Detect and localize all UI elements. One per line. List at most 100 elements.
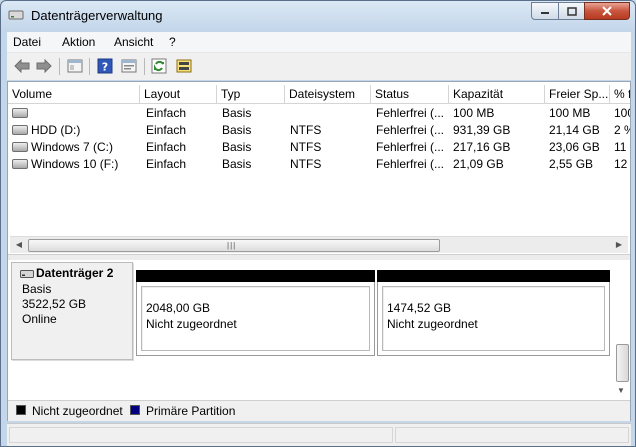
toolbar: ? bbox=[7, 52, 631, 80]
forward-arrow-icon[interactable] bbox=[35, 57, 53, 75]
table-row[interactable]: Einfach Basis Fehlerfrei (... 100 MB 100… bbox=[8, 105, 630, 122]
volume-table-header: Volume Layout Typ Dateisystem Status Kap… bbox=[8, 85, 630, 104]
scroll-down-icon[interactable]: ▼ bbox=[617, 386, 625, 395]
dateisystem-cell: NTFS bbox=[290, 140, 322, 154]
legend-bar: Nicht zugeordnet Primäre Partition bbox=[8, 400, 630, 421]
partition-status: Nicht zugeordnet bbox=[387, 317, 478, 331]
menu-help[interactable]: ? bbox=[169, 35, 176, 49]
disk-name: Datenträger 2 bbox=[36, 266, 114, 280]
legend-label-unallocated: Nicht zugeordnet bbox=[32, 404, 123, 418]
close-icon bbox=[602, 6, 612, 16]
scrollbar-thumb[interactable] bbox=[616, 344, 629, 382]
kapazitaet-cell: 931,39 GB bbox=[453, 123, 511, 137]
disk-info-panel[interactable]: Datenträger 2 Basis 3522,52 GB Online bbox=[11, 262, 133, 360]
disk-management-window: Datenträgerverwaltung Datei Aktion Ansic… bbox=[0, 0, 636, 447]
prozent-frei-cell: 100 bbox=[614, 106, 630, 120]
table-row[interactable]: Windows 7 (C:) Einfach Basis NTFS Fehler… bbox=[8, 139, 630, 156]
typ-cell: Basis bbox=[222, 123, 252, 137]
disk-size: 3522,52 GB bbox=[22, 297, 87, 311]
horizontal-scrollbar[interactable]: ◀ ||| ▶ bbox=[10, 236, 628, 253]
kapazitaet-cell: 100 MB bbox=[453, 106, 495, 120]
disk-type: Basis bbox=[22, 282, 52, 296]
dateisystem-cell: NTFS bbox=[290, 157, 322, 171]
partition-status: Nicht zugeordnet bbox=[146, 317, 237, 331]
console-tree-icon[interactable] bbox=[66, 57, 84, 75]
menu-ansicht[interactable]: Ansicht bbox=[114, 35, 153, 49]
column-kapazitaet[interactable]: Kapazität bbox=[449, 85, 545, 103]
kapazitaet-cell: 21,09 GB bbox=[453, 157, 504, 171]
freier-speicher-cell: 100 MB bbox=[549, 106, 591, 120]
close-button[interactable] bbox=[584, 2, 630, 20]
back-arrow-icon[interactable] bbox=[13, 57, 31, 75]
window-title: Datenträgerverwaltung bbox=[31, 8, 163, 23]
minimize-button[interactable] bbox=[531, 2, 559, 20]
typ-cell: Basis bbox=[222, 106, 252, 120]
svg-text:?: ? bbox=[102, 61, 108, 74]
status-cell bbox=[9, 427, 393, 443]
maximize-button[interactable] bbox=[558, 2, 585, 20]
status-cell: Fehlerfrei (... bbox=[376, 106, 445, 120]
refresh-icon[interactable] bbox=[150, 57, 168, 75]
maximize-icon bbox=[566, 6, 577, 16]
minimize-icon bbox=[541, 12, 549, 14]
partition-unallocated-1[interactable]: 2048,00 GB Nicht zugeordnet bbox=[136, 270, 375, 356]
toolbar-separator bbox=[144, 58, 145, 75]
status-cell bbox=[395, 427, 629, 443]
disk-drive-icon bbox=[20, 268, 34, 282]
freier-speicher-cell: 21,14 GB bbox=[549, 123, 600, 137]
toolbar-separator bbox=[59, 58, 60, 75]
scroll-left-icon[interactable]: ◀ bbox=[13, 239, 25, 251]
status-cell: Fehlerfrei (... bbox=[376, 123, 445, 137]
volume-cell: Windows 7 (C:) bbox=[12, 139, 140, 156]
column-dateisystem[interactable]: Dateisystem bbox=[285, 85, 371, 103]
main-content: Volume Layout Typ Dateisystem Status Kap… bbox=[7, 81, 631, 421]
partition-size: 1474,52 GB bbox=[387, 301, 452, 315]
scroll-right-icon[interactable]: ▶ bbox=[613, 239, 625, 251]
volume-cell: Windows 10 (F:) bbox=[12, 156, 140, 173]
toolbar-separator bbox=[89, 58, 90, 75]
partition-color-bar bbox=[136, 270, 375, 282]
prozent-frei-cell: 2 % bbox=[614, 123, 630, 137]
scrollbar-thumb[interactable]: ||| bbox=[28, 239, 440, 252]
prozent-frei-cell: 12 bbox=[614, 157, 628, 171]
partition-unallocated-2[interactable]: 1474,52 GB Nicht zugeordnet bbox=[377, 270, 610, 356]
column-volume[interactable]: Volume bbox=[8, 85, 140, 103]
drive-icon bbox=[12, 141, 28, 152]
volume-cell: HDD (D:) bbox=[12, 122, 140, 139]
menu-datei[interactable]: Datei bbox=[13, 35, 41, 49]
freier-speicher-cell: 23,06 GB bbox=[549, 140, 600, 154]
disk-graph-area: Datenträger 2 Basis 3522,52 GB Online 20… bbox=[8, 260, 630, 400]
rescan-disks-icon[interactable] bbox=[175, 57, 193, 75]
column-status[interactable]: Status bbox=[371, 85, 449, 103]
table-row[interactable]: HDD (D:) Einfach Basis NTFS Fehlerfrei (… bbox=[8, 122, 630, 139]
partition-body: 1474,52 GB Nicht zugeordnet bbox=[377, 282, 610, 356]
status-cell: Fehlerfrei (... bbox=[376, 157, 445, 171]
partition-inner-frame: 1474,52 GB Nicht zugeordnet bbox=[382, 286, 605, 351]
help-icon[interactable]: ? bbox=[96, 57, 114, 75]
menu-aktion[interactable]: Aktion bbox=[62, 35, 95, 49]
legend-label-primary: Primäre Partition bbox=[146, 404, 236, 418]
drive-icon bbox=[12, 124, 28, 135]
title-bar[interactable]: Datenträgerverwaltung bbox=[1, 1, 635, 31]
layout-cell: Einfach bbox=[146, 140, 187, 154]
partition-body: 2048,00 GB Nicht zugeordnet bbox=[136, 282, 375, 356]
drive-icon bbox=[12, 107, 28, 118]
status-bar bbox=[7, 423, 631, 446]
column-prozent-frei[interactable]: % f bbox=[610, 85, 630, 103]
table-row[interactable]: Windows 10 (F:) Einfach Basis NTFS Fehle… bbox=[8, 156, 630, 173]
partition-color-bar bbox=[377, 270, 610, 282]
disk-management-icon bbox=[8, 7, 24, 23]
typ-cell: Basis bbox=[222, 157, 252, 171]
freier-speicher-cell: 2,55 GB bbox=[549, 157, 594, 171]
column-freier-speicher[interactable]: Freier Sp... bbox=[545, 85, 610, 103]
drive-icon bbox=[12, 158, 28, 169]
kapazitaet-cell: 217,16 GB bbox=[453, 140, 511, 154]
volume-cell bbox=[12, 105, 140, 122]
properties-icon[interactable] bbox=[120, 57, 138, 75]
typ-cell: Basis bbox=[222, 140, 252, 154]
column-typ[interactable]: Typ bbox=[217, 85, 285, 103]
legend-swatch-unallocated bbox=[16, 405, 26, 415]
column-layout[interactable]: Layout bbox=[140, 85, 217, 103]
layout-cell: Einfach bbox=[146, 157, 187, 171]
partition-size: 2048,00 GB bbox=[146, 301, 211, 315]
